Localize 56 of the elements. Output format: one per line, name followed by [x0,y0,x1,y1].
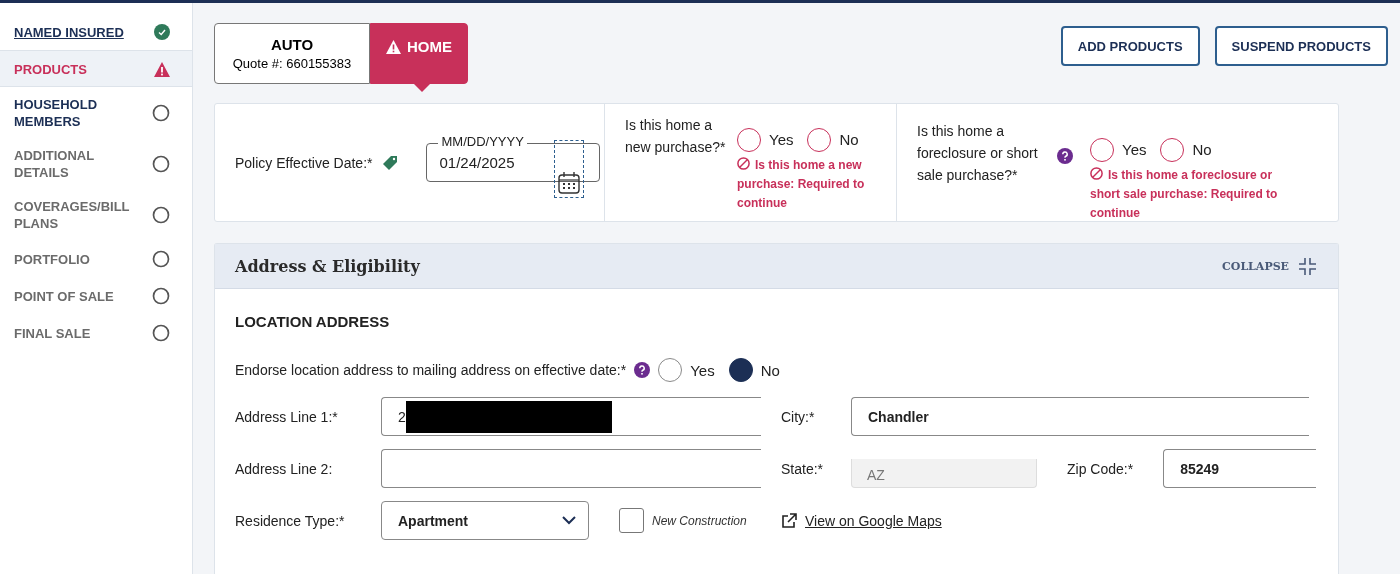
radio-button[interactable] [1160,138,1185,162]
calendar-icon [558,172,581,194]
radio-option[interactable]: Yes [737,128,794,152]
field-label: State:* [781,460,825,477]
input-field[interactable] [381,449,761,488]
field-label: Address Line 1:* [235,408,339,425]
radio-button[interactable] [728,358,753,382]
question-text: Is this home a foreclosure or short sale purchase?* [917,122,1039,185]
header-button[interactable]: SUSPEND PRODUCTS [1214,26,1388,66]
sidebar-item[interactable]: NAMED INSURED [0,13,192,50]
field-label: Address Line 2: [235,460,334,477]
dropdown[interactable]: Apartment [381,501,589,540]
input-field[interactable]: 2 [381,397,761,436]
error-message: Is this home a foreclosure or short sale purchase: Required to continue [1090,166,1279,222]
question-text: Is this home a new purchase?* [625,116,727,157]
no-entry-icon [737,157,750,170]
radio-option[interactable]: No [807,128,859,152]
external-link-icon [781,512,797,529]
input-field[interactable]: Chandler [851,397,1309,436]
field-label: City:* [781,408,816,425]
map-link[interactable]: View on Google Maps [781,512,1318,529]
section-title: Address & Eligibility [235,256,420,276]
header-button[interactable]: ADD PRODUCTS [1060,26,1200,66]
product-tab[interactable]: AUTO Quote #: 660155383 [214,23,370,84]
no-entry-icon [1090,167,1103,180]
radio-option[interactable]: No [728,358,780,382]
calendar-button[interactable] [554,140,585,198]
sidebar-item[interactable]: POINT OF SALE [0,277,192,314]
field-label: Endorse location address to mailing address on effective date:* [235,362,627,378]
input-field[interactable]: 85249 [1163,449,1317,488]
chevron-down-icon [562,516,576,525]
field-label: Policy Effective Date:* [235,154,373,171]
radio-button[interactable] [658,358,683,382]
field-label: Residence Type:* [235,512,346,529]
field-label: Zip Code:* [1067,460,1134,477]
sidebar-item[interactable]: PORTFOLIO [0,240,192,277]
radio-button[interactable] [807,128,832,152]
error-message: Is this home a new purchase: Required to continue [737,156,866,212]
checkbox-label[interactable]: New Construction [619,508,747,533]
subsection-title: LOCATION ADDRESS [235,313,391,330]
radio-option[interactable]: No [1160,138,1212,162]
collapse-icon [1299,257,1316,275]
radio-option[interactable]: Yes [1090,138,1147,162]
radio-option[interactable]: Yes [658,358,715,382]
sidebar-item[interactable]: HOUSEHOLD MEMBERS [0,87,192,138]
sidebar-item[interactable]: ADDITIONAL DETAILS [0,138,192,189]
collapse-button[interactable]: COLLAPSE [1216,256,1322,276]
sidebar-item[interactable]: FINAL SALE [0,314,192,351]
radio-button[interactable] [1090,138,1114,162]
sidebar-item[interactable]: PRODUCTS [0,50,192,87]
radio-button[interactable] [737,128,761,152]
disabled-dropdown: AZ [851,459,1037,488]
checkbox[interactable] [619,508,644,533]
sidebar-item[interactable]: COVERAGES/BILL PLANS [0,189,192,240]
price-tag-icon [382,154,399,171]
floating-label: MM/DD/YYYY [438,135,527,149]
